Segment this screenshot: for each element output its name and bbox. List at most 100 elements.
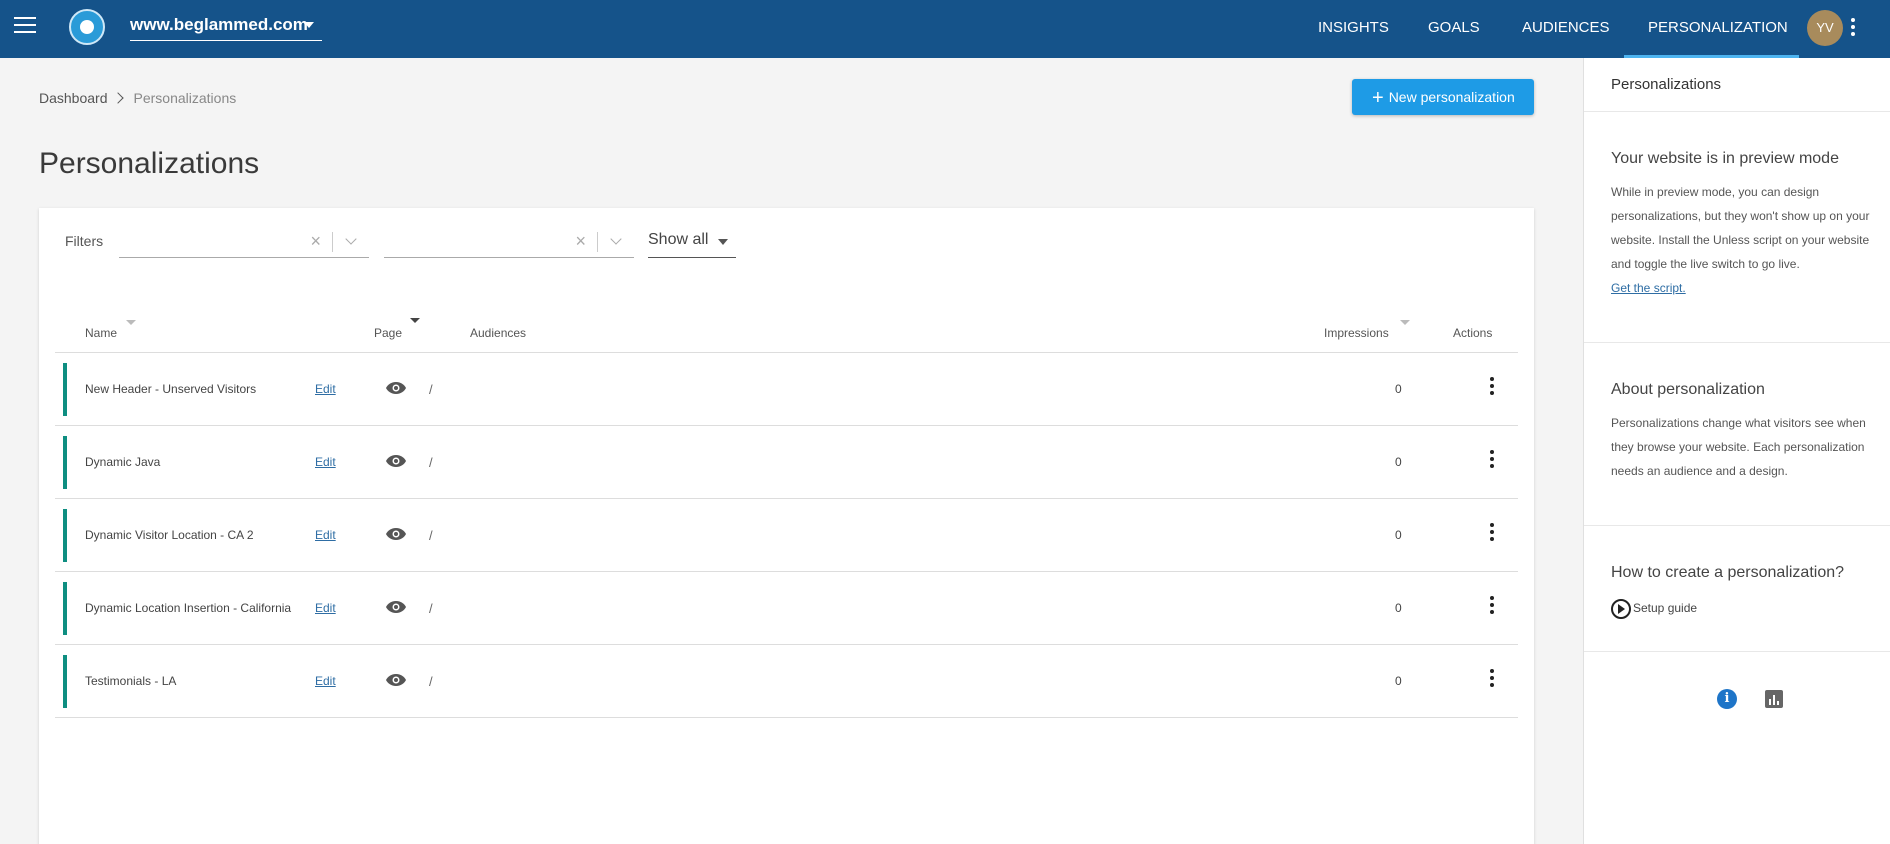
- preview-mode-title: Your website is in preview mode: [1611, 150, 1839, 167]
- app-logo[interactable]: [69, 9, 105, 45]
- row-page: /: [429, 528, 433, 543]
- info-icon[interactable]: i: [1717, 689, 1737, 709]
- column-header-actions: Actions: [1453, 326, 1493, 340]
- edit-link[interactable]: Edit: [315, 382, 336, 396]
- eye-icon[interactable]: [385, 454, 407, 468]
- sort-icon[interactable]: [1400, 320, 1410, 325]
- eye-icon[interactable]: [385, 527, 407, 541]
- column-header-audiences: Audiences: [470, 326, 527, 340]
- row-actions-icon[interactable]: [1490, 669, 1494, 687]
- new-personalization-button[interactable]: + New personalization: [1352, 79, 1534, 115]
- site-selector[interactable]: www.beglammed.com: [130, 13, 322, 41]
- row-actions-icon[interactable]: [1490, 377, 1494, 395]
- filters-label: Filters: [65, 233, 104, 249]
- clear-icon[interactable]: ×: [310, 231, 321, 252]
- table-row: New Header - Unserved Visitors Edit / 0: [55, 353, 1518, 426]
- show-filter-select[interactable]: Show all: [648, 226, 736, 258]
- caret-down-icon: [718, 239, 728, 245]
- column-header-impressions[interactable]: Impressions: [1324, 320, 1410, 340]
- row-actions-icon[interactable]: [1490, 450, 1494, 468]
- more-options-icon[interactable]: [1851, 18, 1855, 38]
- sort-icon[interactable]: [126, 320, 136, 325]
- row-impressions: 0: [1395, 528, 1402, 542]
- filter-divider: [332, 232, 333, 252]
- show-filter-value: Show all: [648, 231, 709, 248]
- row-name: Dynamic Location Insertion - California: [85, 601, 292, 615]
- row-page: /: [429, 601, 433, 616]
- caret-down-icon: [304, 22, 314, 28]
- breadcrumb-dashboard[interactable]: Dashboard: [39, 90, 108, 106]
- status-indicator: [63, 436, 67, 489]
- filter-select-2[interactable]: ×: [384, 226, 634, 258]
- status-indicator: [63, 655, 67, 708]
- page-title: Personalizations: [39, 147, 260, 180]
- column-header-name[interactable]: Name: [85, 320, 136, 340]
- filter-select-1[interactable]: ×: [119, 226, 369, 258]
- personalizations-card: Filters × × Show all Name Page Audiences…: [39, 208, 1534, 844]
- row-name: Testimonials - LA: [85, 674, 177, 688]
- user-avatar[interactable]: YV: [1807, 10, 1843, 46]
- column-header-impressions-label: Impressions: [1324, 326, 1389, 340]
- preview-mode-text: While in preview mode, you can design pe…: [1611, 185, 1870, 271]
- panel-divider: [1584, 651, 1890, 652]
- eye-icon[interactable]: [385, 381, 407, 395]
- column-header-page-label: Page: [374, 326, 403, 340]
- howto-title: How to create a personalization?: [1611, 564, 1845, 581]
- row-actions-icon[interactable]: [1490, 523, 1494, 541]
- row-page: /: [429, 382, 433, 397]
- site-name: www.beglammed.com: [130, 15, 308, 34]
- chevron-right-icon: [111, 92, 124, 104]
- help-side-panel: Personalizations Your website is in prev…: [1583, 58, 1890, 844]
- edit-link[interactable]: Edit: [315, 601, 336, 615]
- row-name: Dynamic Java: [85, 455, 161, 469]
- row-page: /: [429, 674, 433, 689]
- eye-icon[interactable]: [385, 673, 407, 687]
- row-impressions: 0: [1395, 455, 1402, 469]
- column-header-page[interactable]: Page: [374, 318, 420, 340]
- row-name: Dynamic Visitor Location - CA 2: [85, 528, 254, 542]
- top-navigation-bar: www.beglammed.com INSIGHTS GOALS AUDIENC…: [0, 0, 1890, 58]
- plus-icon: +: [1372, 87, 1384, 109]
- panel-divider: [1584, 525, 1890, 526]
- nav-insights[interactable]: INSIGHTS: [1318, 0, 1389, 58]
- about-text: Personalizations change what visitors se…: [1611, 416, 1866, 478]
- nav-audiences[interactable]: AUDIENCES: [1522, 0, 1610, 58]
- status-indicator: [63, 363, 67, 416]
- status-indicator: [63, 509, 67, 562]
- row-impressions: 0: [1395, 674, 1402, 688]
- clear-icon[interactable]: ×: [575, 231, 586, 252]
- edit-link[interactable]: Edit: [315, 528, 336, 542]
- table-row: Dynamic Location Insertion - California …: [55, 572, 1518, 645]
- sort-icon[interactable]: [410, 318, 420, 323]
- about-title: About personalization: [1611, 381, 1765, 398]
- breadcrumb: Dashboard Personalizations: [39, 90, 236, 106]
- panel-divider: [1584, 111, 1890, 112]
- status-indicator: [63, 582, 67, 635]
- menu-icon[interactable]: [14, 17, 36, 35]
- table-row: Dynamic Java Edit / 0: [55, 426, 1518, 499]
- table-row: Testimonials - LA Edit / 0: [55, 645, 1518, 718]
- chevron-down-icon[interactable]: [610, 233, 622, 245]
- play-icon: [1611, 599, 1631, 619]
- row-page: /: [429, 455, 433, 470]
- panel-title: Personalizations: [1611, 76, 1722, 93]
- get-script-link[interactable]: Get the script.: [1611, 281, 1686, 295]
- edit-link[interactable]: Edit: [315, 674, 336, 688]
- panel-divider: [1584, 342, 1890, 343]
- nav-goals[interactable]: GOALS: [1428, 0, 1480, 58]
- row-actions-icon[interactable]: [1490, 596, 1494, 614]
- setup-guide-label: Setup guide: [1633, 601, 1698, 616]
- breadcrumb-current: Personalizations: [133, 90, 237, 106]
- setup-guide-link[interactable]: Setup guide: [1611, 599, 1697, 619]
- filter-divider: [597, 232, 598, 252]
- new-personalization-label: New personalization: [1388, 89, 1515, 105]
- row-impressions: 0: [1395, 601, 1402, 615]
- bar-chart-icon[interactable]: [1765, 690, 1783, 708]
- eye-icon[interactable]: [385, 600, 407, 614]
- table-row: Dynamic Visitor Location - CA 2 Edit / 0: [55, 499, 1518, 572]
- chevron-down-icon[interactable]: [345, 233, 357, 245]
- nav-personalization[interactable]: PERSONALIZATION: [1624, 0, 1799, 58]
- column-header-name-label: Name: [85, 326, 118, 340]
- row-name: New Header - Unserved Visitors: [85, 382, 257, 396]
- edit-link[interactable]: Edit: [315, 455, 336, 469]
